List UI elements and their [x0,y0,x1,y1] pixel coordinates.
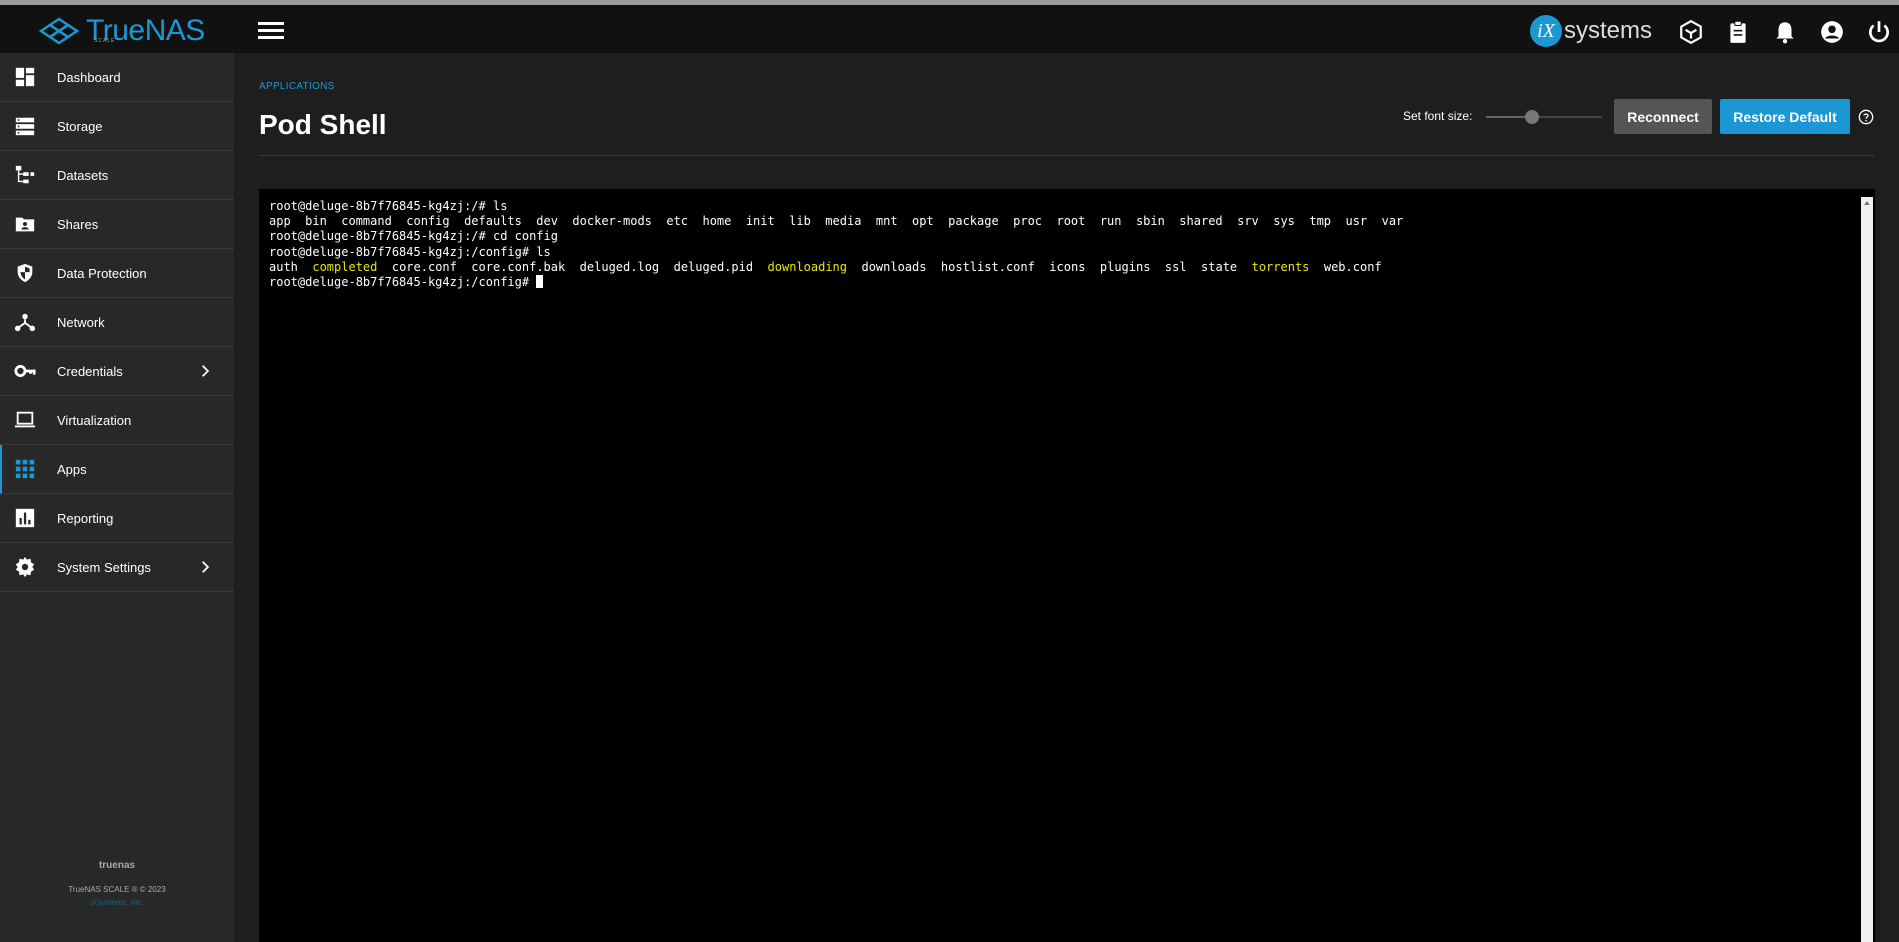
sidebar-item-reporting[interactable]: Reporting [0,494,234,543]
terminal-cursor [536,275,544,289]
sidebar-item-label: Network [57,314,105,330]
storage-icon [15,117,35,136]
restore-default-button[interactable]: Restore Default [1720,99,1850,134]
file-entry: downloads hostlist.conf icons plugins ss… [847,259,1252,274]
scroll-up-arrow-icon[interactable] [1864,201,1870,205]
sidebar-item-network[interactable]: Network [0,298,234,347]
sidebar-item-datasets[interactable]: Datasets [0,151,234,200]
sidebar-item-label: Shares [57,216,99,232]
breadcrumb[interactable]: APPLICATIONS [259,81,335,92]
sidebar-item-credentials[interactable]: Credentials [0,347,234,396]
ixsystems-logo[interactable]: iX systems [1530,15,1652,47]
chevron-right-icon [202,365,210,377]
logo-subtitle: SCALE [94,38,116,44]
ix-logo-text: systems [1564,17,1653,44]
terminal-line: root@deluge-8b7f76845-kg4zj:/config# ls [269,244,551,259]
sidebar-footer: truenas TrueNAS SCALE ® © 2023 iXsystems… [0,852,234,942]
menu-bar [258,36,284,39]
datasets-icon [15,165,35,184]
truenas-logo[interactable]: TrueNAS [38,14,205,48]
footer-company-link[interactable]: iXsystems, Inc. [0,898,234,907]
terminal-line: app bin command config defaults dev dock… [269,214,1404,229]
sidebar-item-label: Credentials [57,363,123,379]
sidebar-item-data-protection[interactable]: Data Protection [0,249,234,298]
sidebar-item-apps[interactable]: Apps [0,445,234,494]
terminal-line: root@deluge-8b7f76845-kg4zj:/# ls [269,199,508,213]
reconnect-button[interactable]: Reconnect [1614,99,1712,134]
directory-entry: torrents [1251,259,1310,274]
menu-bar [258,22,284,25]
account-circle-icon[interactable] [1819,19,1845,45]
file-entry: core.conf core.conf.bak deluged.log delu… [377,259,768,274]
terminal-scrollbar[interactable] [1861,197,1873,942]
power-icon[interactable] [1866,19,1892,45]
truecommand-icon[interactable] [1678,19,1704,45]
chevron-right-icon [202,561,210,573]
clipboard-tasks-icon[interactable] [1725,19,1751,45]
page-title: Pod Shell [259,109,387,140]
network-icon [14,313,36,332]
font-size-slider[interactable] [1486,110,1602,124]
top-toolbar: TrueNAS SCALE iX systems [0,5,1899,53]
sidebar-item-label: Dashboard [57,69,121,85]
menu-bar [258,29,284,32]
laptop-icon [14,411,36,428]
sidebar: Dashboard Storage Datasets Shares Data P… [0,53,234,942]
terminal-line: root@deluge-8b7f76845-kg4zj:/# cd config [269,229,558,244]
sidebar-item-label: Datasets [57,167,109,183]
sidebar-item-shares[interactable]: Shares [0,200,234,249]
sidebar-item-dashboard[interactable]: Dashboard [0,53,234,102]
file-entry: auth [269,259,313,274]
header-divider [259,155,1874,156]
hamburger-menu-button[interactable] [258,19,284,41]
slider-thumb[interactable] [1525,110,1540,124]
truenas-logo-icon [38,17,80,45]
chart-icon [15,508,35,528]
font-size-label: Set font size: [1403,109,1473,123]
sidebar-item-storage[interactable]: Storage [0,102,234,151]
terminal-window[interactable]: root@deluge-8b7f76845-kg4zj:/# ls app bin… [259,189,1875,942]
sidebar-item-label: Storage [57,118,103,134]
sidebar-item-label: Apps [57,461,87,477]
terminal-output: root@deluge-8b7f76845-kg4zj:/# ls app bin… [269,199,1403,290]
key-icon [14,365,36,377]
sidebar-item-label: Reporting [57,510,114,526]
help-icon[interactable] [1858,109,1874,125]
sidebar-item-system-settings[interactable]: System Settings [0,543,234,592]
dashboard-icon [15,67,35,87]
shares-icon [15,217,35,232]
sidebar-item-label: Data Protection [57,265,147,281]
gear-icon [15,556,35,578]
footer-brand: truenas [98,860,136,871]
file-entry: web.conf [1309,259,1382,274]
directory-entry: downloading [767,259,848,274]
shield-icon [17,263,33,283]
directory-entry: completed [312,259,378,274]
sidebar-item-label: Virtualization [57,412,132,428]
bell-icon[interactable] [1772,19,1798,45]
footer-copyright: TrueNAS SCALE ® © 2023 [68,885,166,894]
terminal-prompt: root@deluge-8b7f76845-kg4zj:/config# [269,275,537,290]
main-content: APPLICATIONS Pod Shell Set font size: Re… [234,53,1899,942]
ix-logo-circle: iX [1530,15,1562,47]
sidebar-item-label: System Settings [57,559,151,575]
sidebar-item-virtualization[interactable]: Virtualization [0,396,234,445]
apps-grid-icon [15,459,35,479]
terminal-line: root@deluge-8b7f76845-kg4zj:/config# [269,275,1403,290]
terminal-line: auth completed core.conf core.conf.bak d… [269,260,1403,275]
